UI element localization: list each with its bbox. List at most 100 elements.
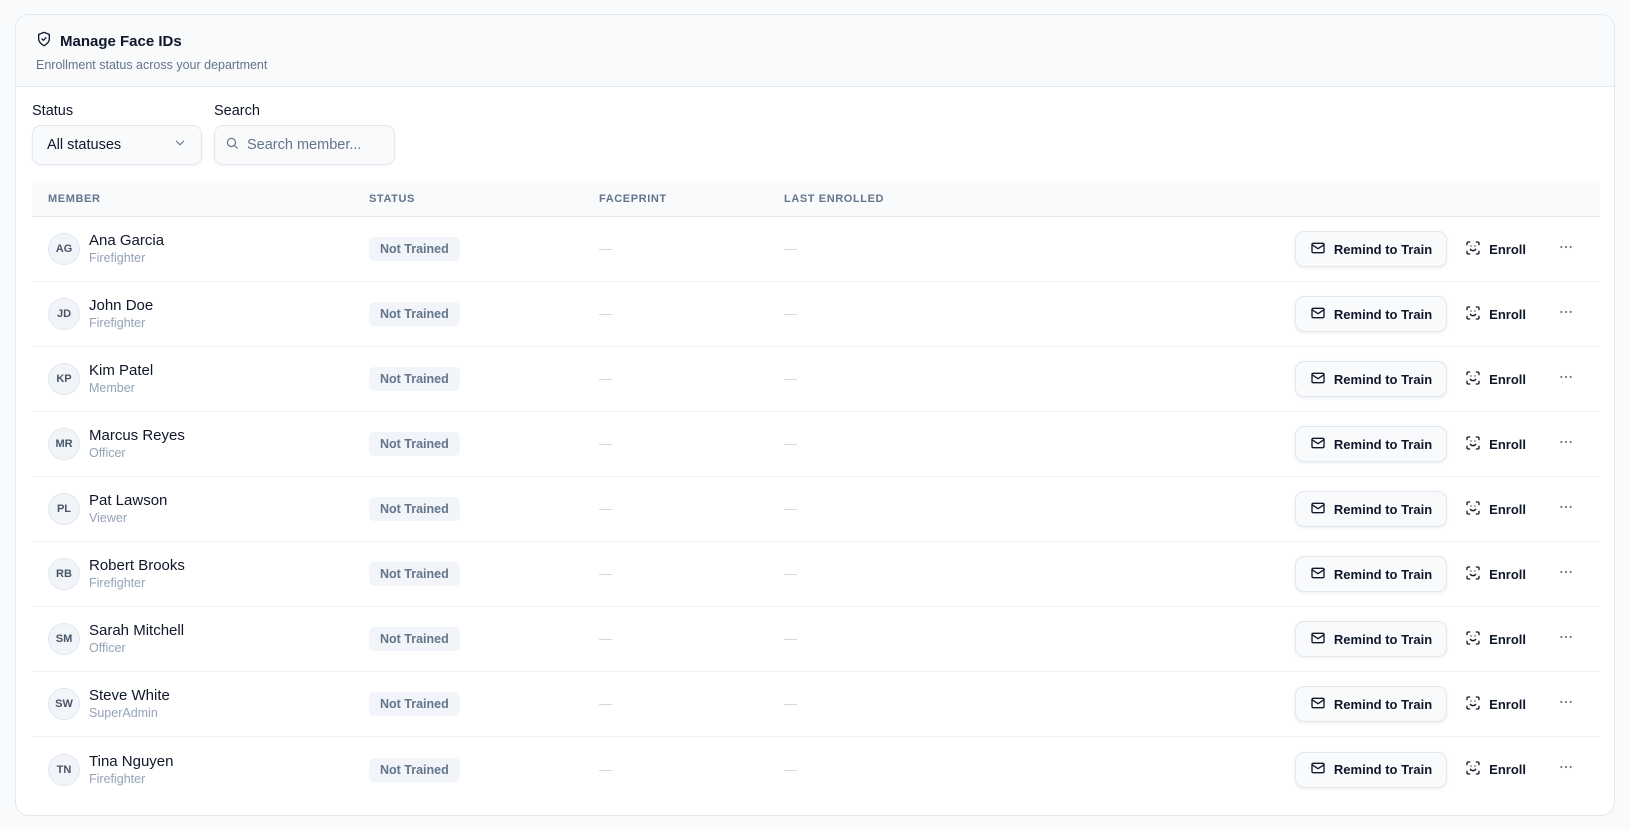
enroll-button[interactable]: Enroll: [1455, 361, 1536, 397]
member-role: Firefighter: [89, 251, 146, 265]
remind-to-train-button[interactable]: Remind to Train: [1294, 686, 1448, 722]
table-body: AG Ana Garcia Firefighter Not Trained — …: [32, 217, 1600, 802]
enroll-button[interactable]: Enroll: [1455, 296, 1536, 332]
more-options-button[interactable]: [1550, 754, 1582, 786]
enroll-button[interactable]: Enroll: [1455, 231, 1536, 267]
remind-to-train-button[interactable]: Remind to Train: [1294, 231, 1448, 267]
more-options-button[interactable]: [1550, 298, 1582, 330]
remind-to-train-button[interactable]: Remind to Train: [1294, 361, 1448, 397]
remind-to-train-button[interactable]: Remind to Train: [1294, 751, 1448, 788]
more-horizontal-icon: [1558, 694, 1574, 715]
member-cell: SM Sarah Mitchell Officer: [32, 622, 369, 656]
faceprint-value: —: [599, 696, 612, 711]
enroll-button[interactable]: Enroll: [1455, 621, 1536, 657]
member-info: Tina Nguyen Firefighter: [89, 753, 174, 787]
status-select[interactable]: All statuses: [32, 125, 202, 165]
column-header-faceprint: FACEPRINT: [599, 192, 667, 205]
faceprint-value: —: [599, 631, 612, 646]
remind-to-train-button[interactable]: Remind to Train: [1294, 296, 1448, 332]
last-enrolled-value: —: [784, 566, 797, 581]
last-enrolled-cell: —: [784, 435, 984, 453]
status-badge: Not Trained: [369, 237, 460, 261]
member-name: Marcus Reyes: [89, 427, 185, 444]
member-cell: JD John Doe Firefighter: [32, 297, 369, 331]
face-scan-icon: [1465, 435, 1481, 454]
remind-to-train-label: Remind to Train: [1333, 241, 1433, 257]
enroll-button[interactable]: Enroll: [1455, 491, 1536, 527]
enroll-label: Enroll: [1489, 762, 1526, 777]
member-info: John Doe Firefighter: [89, 297, 153, 331]
enroll-button[interactable]: Enroll: [1455, 686, 1536, 722]
avatar: JD: [48, 298, 80, 330]
column-header-last-enrolled: LAST ENROLLED: [784, 192, 885, 205]
last-enrolled-value: —: [784, 306, 797, 321]
search-filter: Search: [214, 103, 395, 191]
faceprint-value: —: [599, 306, 612, 321]
chevron-down-icon: [173, 136, 187, 154]
last-enrolled-cell: —: [784, 370, 984, 388]
shield-check-icon: [36, 31, 52, 52]
member-role: SuperAdmin: [89, 706, 158, 720]
remind-to-train-label: Remind to Train: [1333, 696, 1433, 712]
actions-cell: Remind to Train Enroll: [984, 231, 1600, 267]
enroll-label: Enroll: [1489, 566, 1526, 582]
last-enrolled-value: —: [784, 436, 797, 451]
actions-cell: Remind to Train Enroll: [984, 426, 1600, 462]
search-box[interactable]: [214, 125, 395, 165]
avatar: SM: [48, 623, 80, 655]
remind-to-train-button[interactable]: Remind to Train: [1294, 621, 1448, 657]
enroll-button[interactable]: Enroll: [1455, 556, 1536, 592]
remind-to-train-label: Remind to Train: [1333, 306, 1433, 322]
column-header-member: MEMBER: [48, 192, 101, 205]
search-input[interactable]: [247, 137, 377, 153]
remind-to-train-button[interactable]: Remind to Train: [1294, 491, 1448, 527]
member-cell: PL Pat Lawson Viewer: [32, 492, 369, 526]
more-horizontal-icon: [1558, 629, 1574, 650]
enroll-button[interactable]: Enroll: [1455, 752, 1536, 788]
avatar: PL: [48, 493, 80, 525]
mail-icon: [1310, 760, 1326, 779]
members-table: MEMBER STATUS FACEPRINT LAST ENROLLED AG…: [32, 181, 1600, 802]
remind-to-train-button[interactable]: Remind to Train: [1294, 426, 1448, 462]
table-row: JD John Doe Firefighter Not Trained — — …: [32, 282, 1600, 347]
more-options-button[interactable]: [1550, 428, 1582, 460]
page-subtitle: Enrollment status across your department: [36, 58, 268, 72]
faceprint-cell: —: [599, 240, 784, 258]
more-horizontal-icon: [1558, 759, 1574, 780]
status-filter-label: Status: [32, 103, 74, 119]
enroll-label: Enroll: [1489, 696, 1526, 712]
more-options-button[interactable]: [1550, 688, 1582, 720]
faceprint-value: —: [599, 436, 612, 451]
member-role: Firefighter: [89, 576, 146, 590]
member-role: Firefighter: [89, 771, 146, 786]
status-badge: Not Trained: [369, 627, 460, 651]
mail-icon: [1310, 630, 1326, 649]
status-badge: Not Trained: [369, 497, 460, 521]
more-horizontal-icon: [1558, 239, 1574, 260]
table-row: PL Pat Lawson Viewer Not Trained — — Rem…: [32, 477, 1600, 542]
member-cell: MR Marcus Reyes Officer: [32, 427, 369, 461]
enroll-button[interactable]: Enroll: [1455, 426, 1536, 462]
face-scan-icon: [1465, 695, 1481, 714]
more-options-button[interactable]: [1550, 493, 1582, 525]
more-options-button[interactable]: [1550, 623, 1582, 655]
member-role: Firefighter: [89, 316, 146, 330]
table-row: SM Sarah Mitchell Officer Not Trained — …: [32, 607, 1600, 672]
member-info: Sarah Mitchell Officer: [89, 622, 184, 656]
enroll-label: Enroll: [1489, 306, 1526, 322]
last-enrolled-value: —: [784, 696, 797, 711]
more-options-button[interactable]: [1550, 233, 1582, 265]
status-badge: Not Trained: [369, 692, 460, 716]
member-role: Officer: [89, 641, 126, 655]
last-enrolled-cell: —: [784, 305, 984, 323]
remind-to-train-button[interactable]: Remind to Train: [1294, 556, 1448, 592]
status-cell: Not Trained: [369, 302, 599, 326]
remind-to-train-label: Remind to Train: [1333, 501, 1433, 517]
more-options-button[interactable]: [1550, 558, 1582, 590]
more-options-button[interactable]: [1550, 363, 1582, 395]
remind-to-train-label: Remind to Train: [1333, 762, 1433, 777]
member-name: Kim Patel: [89, 362, 154, 379]
member-name: Pat Lawson: [89, 492, 168, 509]
status-filter: Status All statuses: [32, 103, 202, 191]
face-scan-icon: [1465, 240, 1481, 259]
